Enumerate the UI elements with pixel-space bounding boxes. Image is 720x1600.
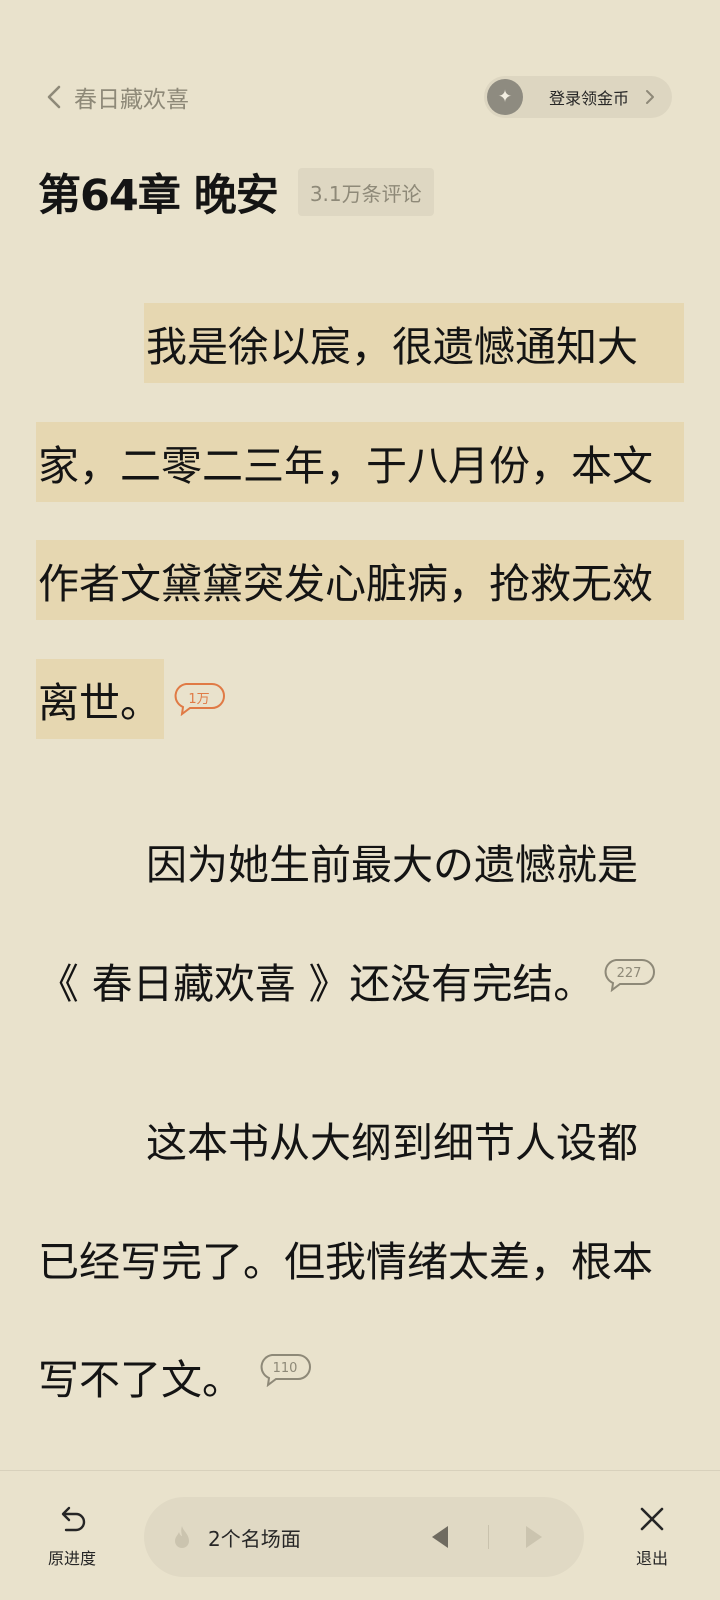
scene-label: 2个名场面 — [208, 1526, 301, 1551]
paragraph-line[interactable]: 作者文黛黛突发心脏病，抢救无效 — [36, 540, 684, 620]
original-progress-button[interactable]: 原进度 — [32, 1501, 112, 1569]
triangle-right-icon[interactable] — [522, 1523, 546, 1551]
exit-label: 退出 — [635, 1549, 668, 1568]
top-bar: 春日藏欢喜 ✦ 登录领金币 — [0, 70, 720, 124]
undo-arrow-icon — [61, 1506, 86, 1532]
scene-nav-divider — [488, 1525, 489, 1549]
paragraph-line[interactable]: 《 春日藏欢喜 》还没有完结。 — [36, 940, 596, 1020]
paragraph-line[interactable]: 这本书从大纲到细节人设都 — [144, 1099, 684, 1179]
famous-scenes-navigator[interactable]: 2个名场面 — [144, 1497, 584, 1577]
chapter-comment-count[interactable]: 3.1万条评论 — [297, 168, 434, 216]
paragraph-line[interactable]: 离世。 — [36, 659, 164, 739]
login-coins-button[interactable]: ✦ 登录领金币 — [484, 76, 672, 118]
paragraph-comment-badge[interactable]: 227 — [602, 958, 656, 992]
paragraph-line[interactable]: 已经写完了。但我情绪太差，根本 — [36, 1218, 684, 1298]
progress-label: 原进度 — [47, 1549, 96, 1568]
reader-screen: 春日藏欢喜 ✦ 登录领金币 第64章 晚安 3.1万条评论 我是徐以宸，很遗憾通… — [0, 0, 720, 1600]
login-label: 登录领金币 — [549, 89, 630, 108]
chevron-right-icon — [646, 90, 655, 104]
book-title: 春日藏欢喜 — [74, 87, 189, 113]
paragraph-line[interactable]: 家，二零二三年，于八月份，本文 — [36, 422, 684, 502]
paragraph-comment-badge[interactable]: 1万 — [172, 682, 226, 716]
sparkle-coin-icon: ✦ — [487, 79, 523, 115]
paragraph-line[interactable]: 我是徐以宸，很遗憾通知大 — [144, 303, 684, 383]
back-button[interactable]: 春日藏欢喜 — [40, 80, 189, 114]
flame-icon — [175, 1526, 189, 1548]
paragraph-comment-badge[interactable]: 110 — [258, 1353, 312, 1387]
chevron-left-icon — [47, 85, 61, 109]
close-icon — [640, 1507, 664, 1531]
paragraph-line[interactable]: 写不了文。 — [36, 1336, 260, 1416]
triangle-left-icon[interactable] — [428, 1523, 452, 1551]
chapter-header: 第64章 晚安 3.1万条评论 — [38, 160, 434, 224]
bottom-toolbar: 原进度 2个名场面 退出 — [0, 1470, 720, 1600]
exit-button[interactable]: 退出 — [612, 1501, 692, 1569]
chapter-title: 第64章 晚安 — [38, 171, 279, 221]
paragraph-line[interactable]: 因为她生前最大の遗憾就是 — [144, 821, 684, 901]
